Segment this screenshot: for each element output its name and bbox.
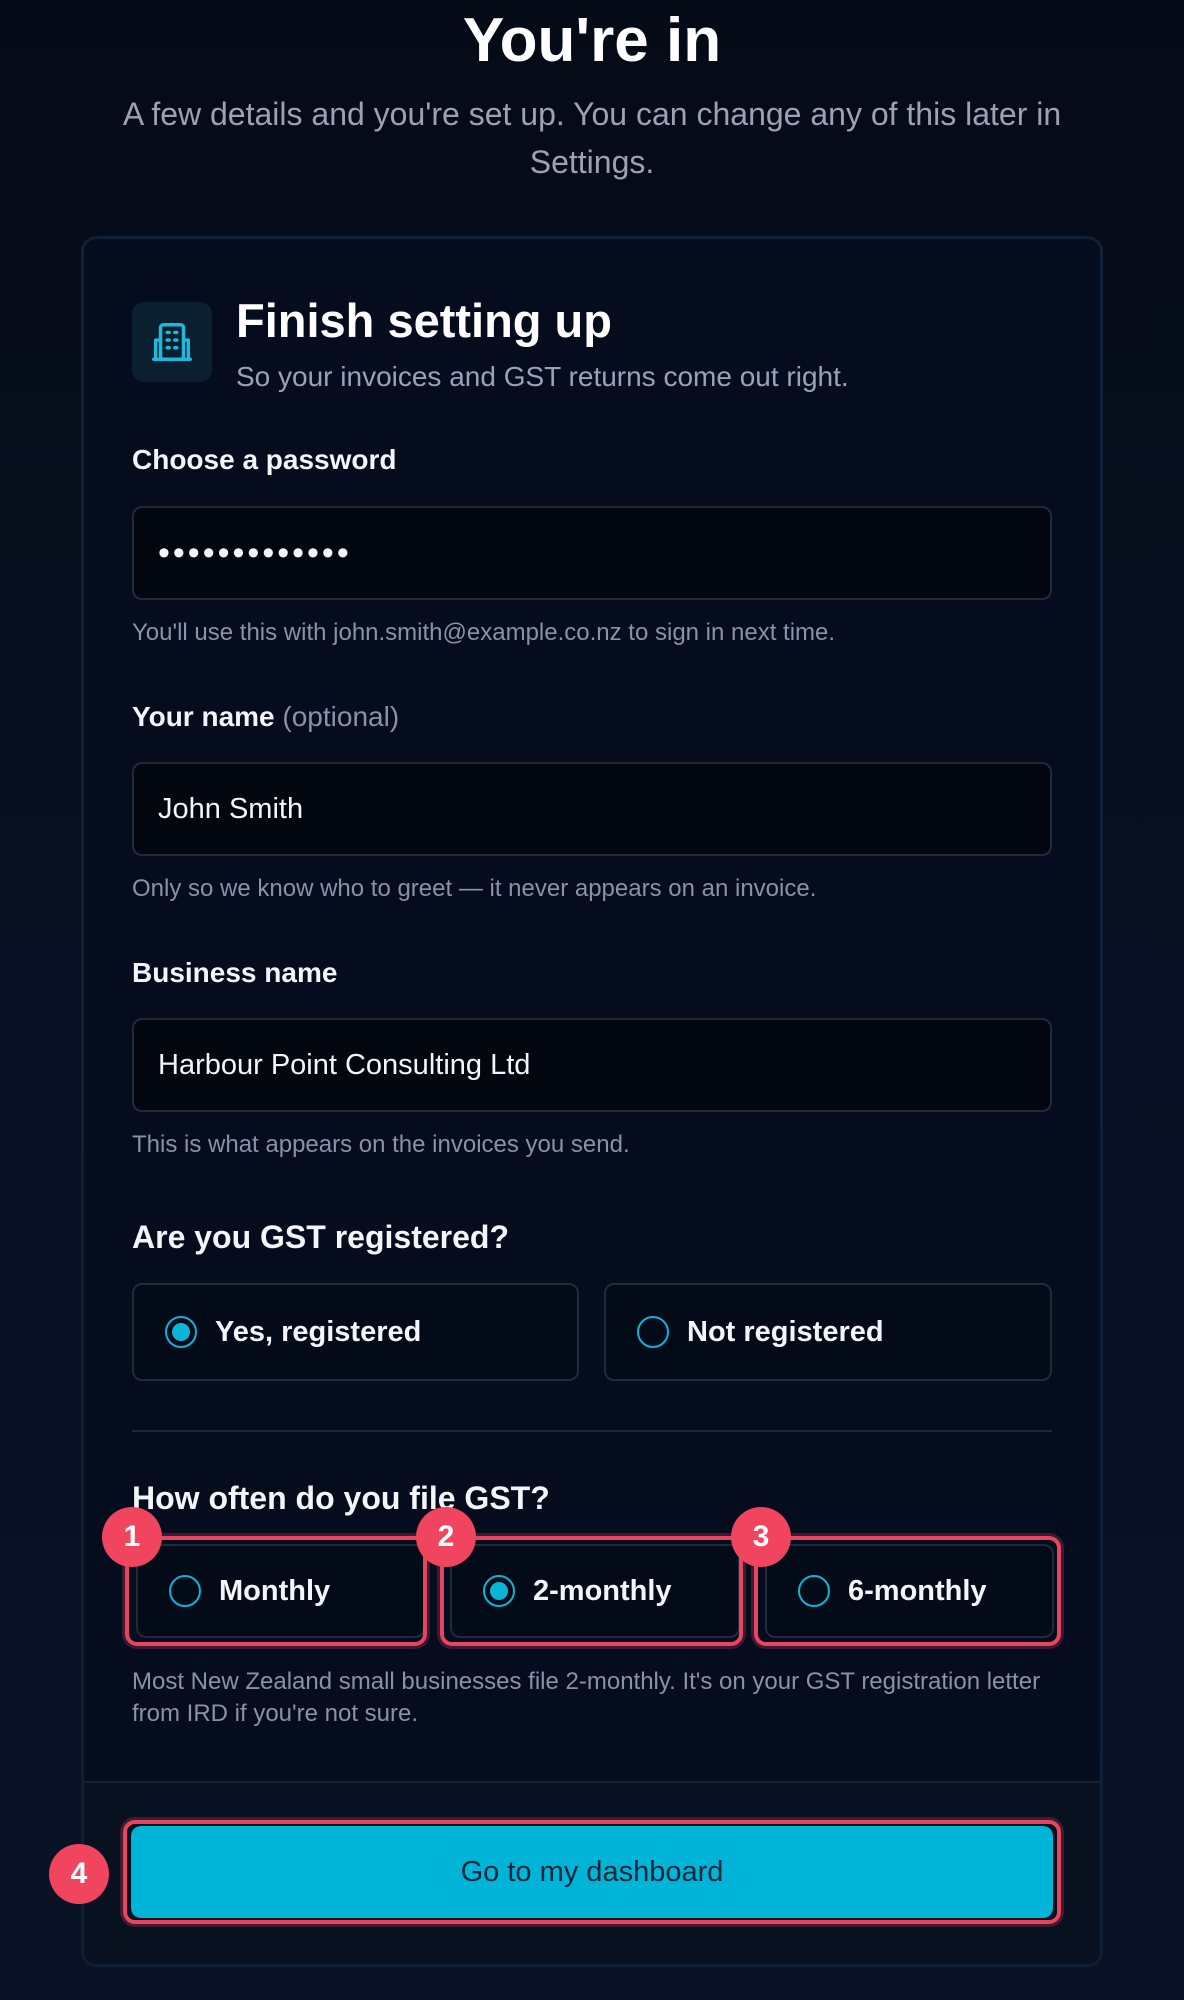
highlight-frame-2 [440, 1536, 743, 1646]
go-to-dashboard-button[interactable]: Go to my dashboard [131, 1826, 1053, 1918]
card-subtitle: So your invoices and GST returns come ou… [236, 361, 849, 392]
divider [132, 1430, 1052, 1432]
setup-card: Finish setting up So your invoices and G… [81, 236, 1103, 1967]
gst-registered-yes-option[interactable]: Yes, registered [132, 1283, 579, 1381]
name-help: Only so we know who to greet — it never … [132, 875, 817, 902]
radio-unselected-icon [637, 1316, 669, 1348]
annotation-badge-2: 2 [416, 1507, 476, 1567]
page-subtitle: A few details and you're set up. You can… [122, 96, 1062, 180]
gst-registered-heading: Are you GST registered? [132, 1219, 509, 1255]
name-label-text: Your name [132, 701, 275, 732]
page-title: You're in [462, 6, 722, 75]
gst-frequency-heading: How often do you file GST? [132, 1480, 550, 1516]
radio-label: Not registered [687, 1315, 884, 1348]
business-label: Business name [132, 957, 338, 988]
highlight-frame-1 [125, 1536, 427, 1646]
gst-not-registered-option[interactable]: Not registered [604, 1283, 1052, 1381]
password-label: Choose a password [132, 444, 397, 475]
optional-tag: (optional) [282, 701, 400, 732]
highlight-frame-3 [754, 1536, 1061, 1646]
annotation-badge-3: 3 [731, 1507, 791, 1567]
radio-selected-icon [165, 1316, 197, 1348]
card-title: Finish setting up [236, 294, 612, 347]
radio-label: Yes, registered [215, 1315, 422, 1348]
gst-frequency-help: Most New Zealand small businesses file 2… [132, 1668, 1041, 1727]
password-field[interactable] [132, 506, 1052, 600]
business-help: This is what appears on the invoices you… [132, 1131, 630, 1158]
annotation-badge-1: 1 [102, 1507, 162, 1567]
business-name-field[interactable] [132, 1018, 1052, 1112]
name-field[interactable] [132, 762, 1052, 856]
building-icon [132, 302, 212, 382]
name-label: Your name (optional) [132, 698, 399, 736]
password-help: You'll use this with john.smith@example.… [132, 619, 836, 646]
annotation-badge-4: 4 [49, 1844, 109, 1904]
